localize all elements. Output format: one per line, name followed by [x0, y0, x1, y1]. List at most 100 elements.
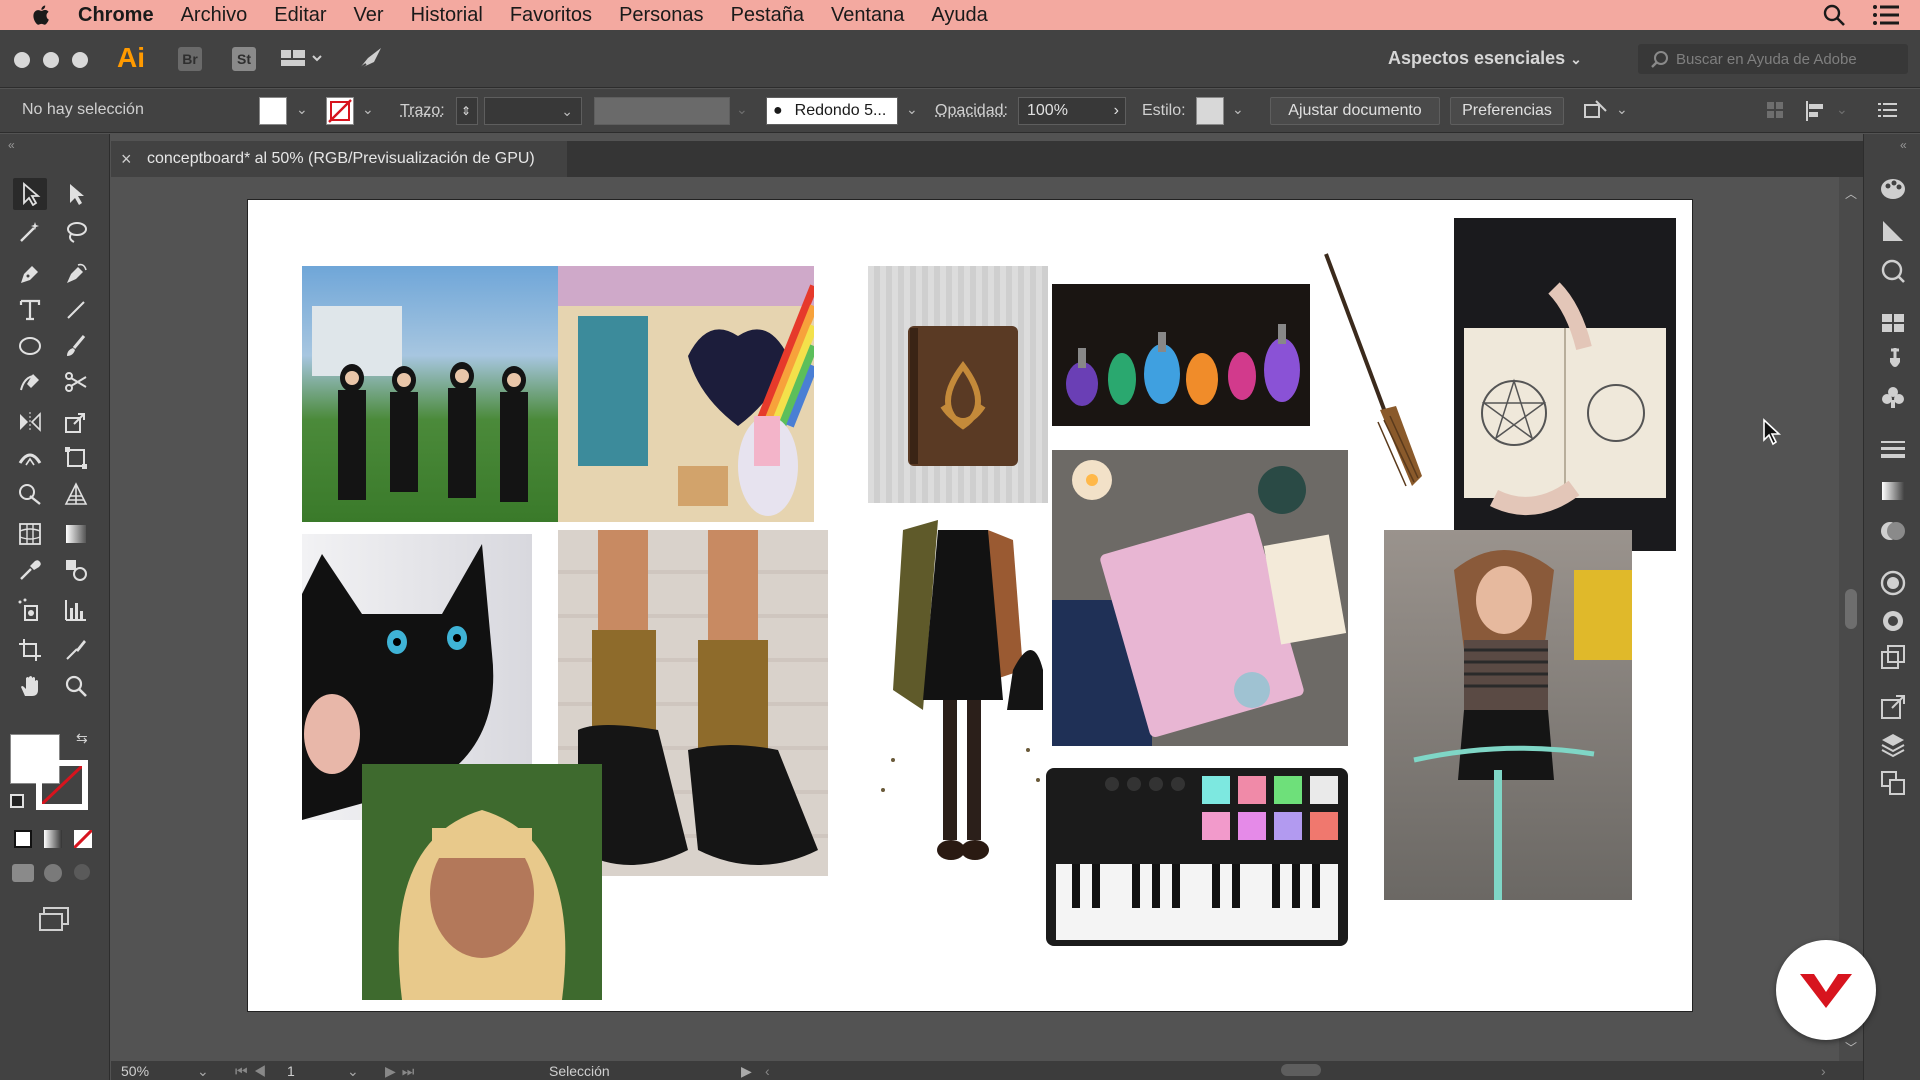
scrollbar-thumb[interactable] — [1845, 589, 1857, 629]
magic-wand-tool-icon[interactable] — [13, 216, 47, 248]
color-panel-icon[interactable] — [1880, 176, 1906, 202]
stroke-swatch[interactable] — [326, 97, 354, 125]
curvature-tool-icon[interactable] — [59, 258, 93, 290]
potions-image[interactable] — [1052, 284, 1310, 426]
slice-tool-icon[interactable] — [59, 634, 93, 666]
panel-menu-icon[interactable] — [1878, 101, 1898, 119]
artboard-tool-icon[interactable] — [13, 634, 47, 666]
bridge-button[interactable]: Br — [178, 47, 202, 71]
scroll-left-icon[interactable]: ‹ — [765, 1063, 770, 1079]
shaper-tool-icon[interactable] — [13, 366, 47, 398]
paintbrush-tool-icon[interactable] — [59, 330, 93, 362]
zoom-tool-icon[interactable] — [59, 670, 93, 702]
menu-archivo[interactable]: Archivo — [181, 4, 248, 27]
midi-keyboard-image[interactable] — [1042, 764, 1352, 950]
brushes-icon[interactable] — [1880, 346, 1906, 372]
layers-icon[interactable] — [1880, 732, 1906, 758]
witch-book-image[interactable] — [1052, 450, 1348, 746]
gpu-performance-icon[interactable] — [356, 46, 384, 72]
chevron-up-icon[interactable]: ︿ — [1845, 185, 1857, 202]
zoom-level-field[interactable]: 50% — [121, 1063, 149, 1079]
vertical-scrollbar[interactable]: ︿ ﹀ — [1839, 177, 1863, 1061]
selection-tool-icon[interactable] — [13, 178, 47, 210]
workspace-switcher[interactable]: Aspectos esenciales ⌄ — [1388, 48, 1582, 69]
chevron-down-icon[interactable]: ⌄ — [296, 101, 308, 118]
symbol-sprayer-tool-icon[interactable] — [13, 594, 47, 626]
swap-fill-stroke-icon[interactable]: ⇆ — [76, 730, 88, 747]
gradient-mode-icon[interactable] — [44, 830, 62, 848]
menu-historial[interactable]: Historial — [411, 4, 483, 27]
chevron-down-icon[interactable]: ﹀ — [1845, 1039, 1857, 1056]
collapse-panel-icon[interactable]: « — [8, 138, 15, 152]
opacity-label[interactable]: Opacidad: — [935, 102, 1008, 120]
eyedropper-tool-icon[interactable] — [13, 554, 47, 586]
swatches-icon[interactable] — [1880, 310, 1906, 336]
chevron-down-icon[interactable]: ⌄ — [197, 1063, 209, 1080]
chevron-down-icon[interactable]: ⌄ — [362, 101, 374, 118]
blend-tool-icon[interactable] — [59, 554, 93, 586]
close-window-button[interactable] — [14, 52, 30, 68]
draw-behind-icon[interactable] — [44, 864, 62, 882]
arrange-documents-icon[interactable] — [280, 48, 324, 70]
apple-icon[interactable] — [30, 3, 54, 27]
export-icon[interactable] — [1880, 694, 1906, 720]
stroke-label[interactable]: Trazo: — [400, 102, 445, 120]
perspective-grid-tool-icon[interactable] — [59, 478, 93, 510]
hand-tool-icon[interactable] — [13, 670, 47, 702]
draw-normal-icon[interactable] — [12, 864, 34, 882]
width-tool-icon[interactable] — [13, 442, 47, 474]
preferences-button[interactable]: Preferencias — [1450, 97, 1564, 125]
expand-panels-icon[interactable]: « — [1900, 138, 1907, 152]
stroke-panel-icon[interactable] — [1880, 436, 1906, 462]
variable-width-profile[interactable] — [594, 97, 730, 125]
pen-tool-icon[interactable] — [13, 258, 47, 290]
align-grid-icon[interactable] — [1766, 101, 1784, 119]
document-tab[interactable]: × conceptboard* al 50% (RGB/Previsualiza… — [111, 141, 567, 177]
draw-inside-icon[interactable] — [74, 864, 90, 880]
spotlight-search-icon[interactable] — [1822, 3, 1846, 27]
libraries-icon[interactable] — [1880, 258, 1906, 284]
none-mode-icon[interactable] — [74, 830, 92, 848]
scale-tool-icon[interactable] — [59, 406, 93, 438]
cyclist-image[interactable] — [1384, 530, 1632, 900]
menu-editar[interactable]: Editar — [274, 4, 326, 27]
transparency-icon[interactable] — [1880, 518, 1906, 544]
chevron-down-icon[interactable]: ⌄ — [347, 1063, 359, 1080]
scissors-tool-icon[interactable] — [59, 366, 93, 398]
color-mode-icon[interactable] — [14, 830, 32, 848]
minimize-window-button[interactable] — [43, 52, 59, 68]
stroke-weight-stepper[interactable]: ⇕ — [456, 97, 478, 125]
status-menu-arrow-icon[interactable]: ▶ — [741, 1063, 752, 1080]
menu-pestana[interactable]: Pestaña — [731, 4, 804, 27]
celtic-book-image[interactable] — [868, 266, 1048, 503]
type-tool-icon[interactable] — [13, 294, 47, 326]
first-prev-artboard-icons[interactable]: ⏮◀ — [235, 1063, 272, 1080]
menu-ventana[interactable]: Ventana — [831, 4, 904, 27]
stroke-color-box[interactable] — [36, 760, 88, 810]
fill-swatch[interactable] — [259, 97, 287, 125]
close-icon[interactable]: × — [121, 149, 132, 170]
ellipse-tool-icon[interactable] — [13, 330, 47, 362]
shape-builder-tool-icon[interactable] — [13, 478, 47, 510]
symbols-icon[interactable] — [1880, 384, 1906, 410]
horizontal-scroll-thumb[interactable] — [1281, 1064, 1321, 1076]
gradient-tool-icon[interactable] — [59, 518, 93, 550]
illustration-image[interactable] — [558, 266, 814, 522]
color-guide-icon[interactable] — [1880, 218, 1906, 244]
artboards-icon[interactable] — [1880, 770, 1906, 796]
portrait-image[interactable] — [362, 764, 602, 1000]
menu-ayuda[interactable]: Ayuda — [931, 4, 987, 27]
mesh-tool-icon[interactable] — [13, 518, 47, 550]
gradient-panel-icon[interactable] — [1880, 478, 1906, 504]
select-similar-icon[interactable] — [1582, 99, 1610, 123]
scroll-right-icon[interactable]: › — [1821, 1063, 1826, 1079]
free-transform-tool-icon[interactable] — [59, 442, 93, 474]
stock-button[interactable]: St — [232, 47, 256, 71]
next-last-artboard-icons[interactable]: ▶⏭ — [385, 1063, 420, 1080]
reflect-tool-icon[interactable] — [13, 406, 47, 438]
brush-definition-select[interactable]: ● Redondo 5... — [766, 97, 898, 125]
group-photo-image[interactable] — [302, 266, 558, 522]
direct-selection-tool-icon[interactable] — [59, 178, 93, 210]
menu-ver[interactable]: Ver — [354, 4, 384, 27]
chevron-down-icon[interactable]: ⌄ — [1616, 101, 1628, 118]
